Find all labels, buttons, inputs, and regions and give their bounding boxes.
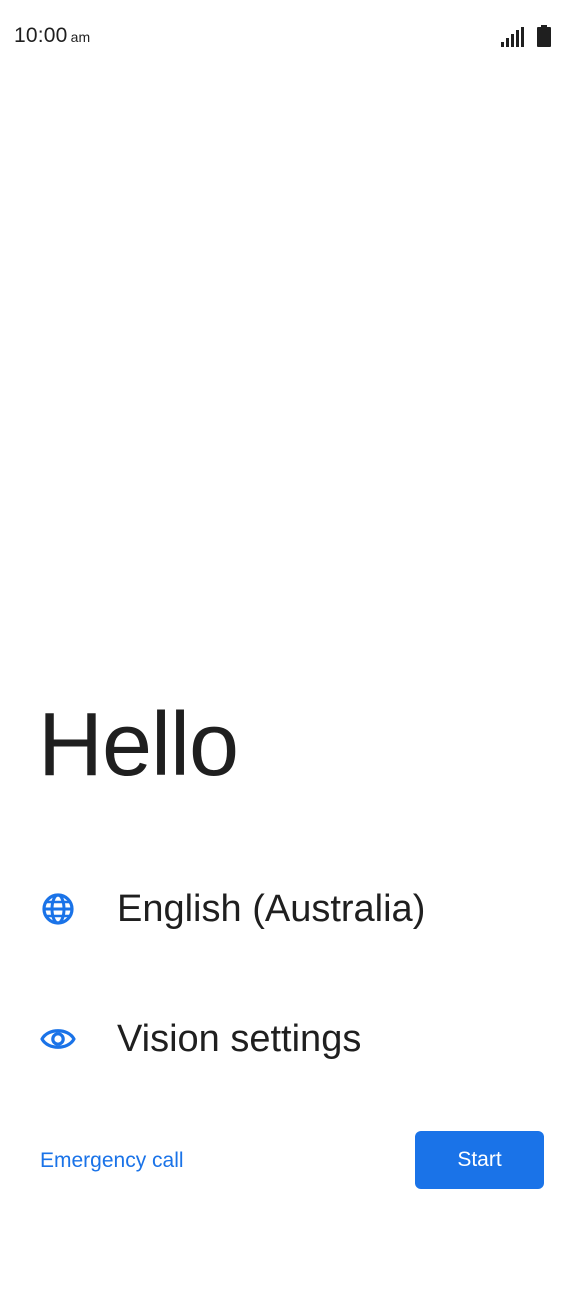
start-button[interactable]: Start bbox=[415, 1131, 544, 1189]
status-time-ampm: am bbox=[70, 29, 91, 45]
language-label: English (Australia) bbox=[117, 888, 426, 930]
vision-settings-label: Vision settings bbox=[117, 1018, 362, 1060]
emergency-call-link[interactable]: Emergency call bbox=[40, 1146, 184, 1176]
status-bar: 10:00 am bbox=[0, 0, 583, 76]
eye-icon bbox=[40, 1029, 76, 1049]
cellular-signal-icon bbox=[501, 27, 524, 47]
globe-icon bbox=[42, 893, 74, 925]
battery-full-icon bbox=[537, 25, 551, 47]
page-title: Hello bbox=[38, 695, 239, 795]
language-selector[interactable]: English (Australia) bbox=[0, 864, 583, 954]
vision-settings-item[interactable]: Vision settings bbox=[0, 994, 583, 1084]
status-time-value: 10:00 bbox=[14, 24, 68, 47]
status-time: 10:00 am bbox=[14, 24, 90, 48]
